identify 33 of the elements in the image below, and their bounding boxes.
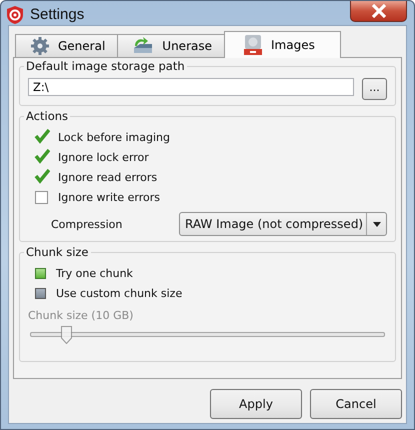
checkbox[interactable]: [35, 130, 48, 144]
dialog-button[interactable]: Cancel: [310, 389, 402, 419]
radio-button[interactable]: [35, 288, 46, 298]
checkbox[interactable]: [35, 190, 48, 204]
tab[interactable]: Images: [224, 31, 341, 58]
option-label: Lock before imaging: [58, 130, 170, 144]
dialog-button[interactable]: Apply: [210, 389, 302, 419]
group-title: Chunk size: [24, 245, 91, 259]
path-field[interactable]: Z:\: [28, 78, 354, 96]
option-label: Ignore write errors: [58, 190, 160, 204]
tab[interactable]: Unerase: [117, 34, 224, 57]
group-title: Actions: [24, 109, 70, 123]
tab[interactable]: General: [15, 34, 118, 57]
group-title: Default image storage path: [24, 59, 187, 73]
option-label: Use custom chunk size: [56, 286, 182, 300]
close-button[interactable]: [350, 1, 407, 22]
checkbox[interactable]: [35, 170, 48, 184]
radio-button[interactable]: [35, 268, 46, 278]
shield-icon: [6, 5, 24, 25]
compression-dropdown[interactable]: RAW Image (not compressed): [179, 212, 387, 236]
slider-label: Chunk size (10 GB): [28, 309, 134, 322]
window-title: Settings: [30, 6, 84, 23]
option-label: Try one chunk: [56, 266, 133, 280]
option-label: Ignore lock error: [58, 150, 149, 164]
disk-image-icon: [243, 34, 263, 56]
slider-track[interactable]: [30, 326, 385, 344]
gear-icon: [30, 36, 50, 56]
checkbox[interactable]: [35, 150, 48, 164]
drive-icon: [132, 36, 154, 56]
option-label: Ignore read errors: [58, 170, 158, 184]
caret-icon: [372, 222, 380, 226]
compression-label: Compression: [51, 218, 124, 230]
browse-button[interactable]: ...: [362, 78, 387, 100]
